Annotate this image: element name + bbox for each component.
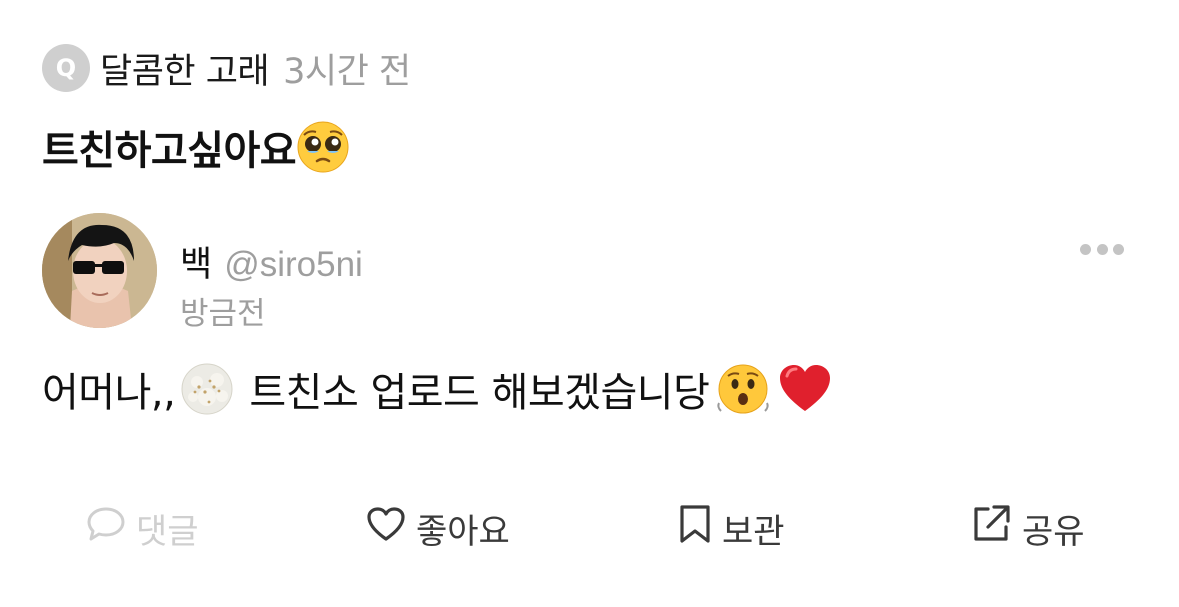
q-badge: Q xyxy=(42,44,90,92)
like-label: 좋아요 xyxy=(416,511,510,552)
question-time: 3시간 전 xyxy=(283,51,411,92)
bookmark-icon xyxy=(678,503,712,554)
heart-outline-icon xyxy=(366,506,406,551)
pleading-face-icon xyxy=(296,120,350,174)
save-label: 보관 xyxy=(722,511,785,552)
answerer-handle[interactable]: @siro5ni xyxy=(224,245,363,285)
answerer-line: 백 @siro5ni xyxy=(180,236,363,287)
dot-icon xyxy=(1113,243,1124,255)
answer-text-part2: 트친소 업로드 해보겠습니당 xyxy=(249,370,710,416)
comment-label: 댓글 xyxy=(136,511,199,552)
avatar[interactable] xyxy=(42,213,157,328)
share-icon xyxy=(970,503,1012,554)
question-body: 트친하고싶아요 xyxy=(42,128,297,174)
question-text: 트친하고싶아요 xyxy=(42,118,350,176)
like-button[interactable]: 좋아요 xyxy=(366,500,510,556)
answerer-name[interactable]: 백 xyxy=(180,236,212,287)
share-label: 공유 xyxy=(1022,511,1085,552)
question-header: Q 달콤한 고래 3시간 전 xyxy=(42,44,411,92)
face-exhaling-icon xyxy=(179,361,235,417)
answer-text: 어머나,, 트친소 업로드 해보겠습니당 xyxy=(42,360,833,418)
dot-icon xyxy=(1080,243,1091,255)
share-button[interactable]: 공유 xyxy=(970,500,1085,556)
action-bar: 댓글 좋아요 보관 공유 xyxy=(0,500,1179,556)
more-options-button[interactable] xyxy=(1080,240,1124,258)
answer-time: 방금전 xyxy=(180,296,266,332)
speech-bubble-icon xyxy=(86,505,126,552)
red-heart-icon xyxy=(777,361,833,417)
dot-icon xyxy=(1096,243,1108,255)
comment-button[interactable]: 댓글 xyxy=(86,500,199,556)
answer-text-part1: 어머나,, xyxy=(42,370,176,416)
save-button[interactable]: 보관 xyxy=(678,500,785,556)
asker-name[interactable]: 달콤한 고래 xyxy=(100,43,270,94)
hushed-face-icon xyxy=(715,361,771,417)
